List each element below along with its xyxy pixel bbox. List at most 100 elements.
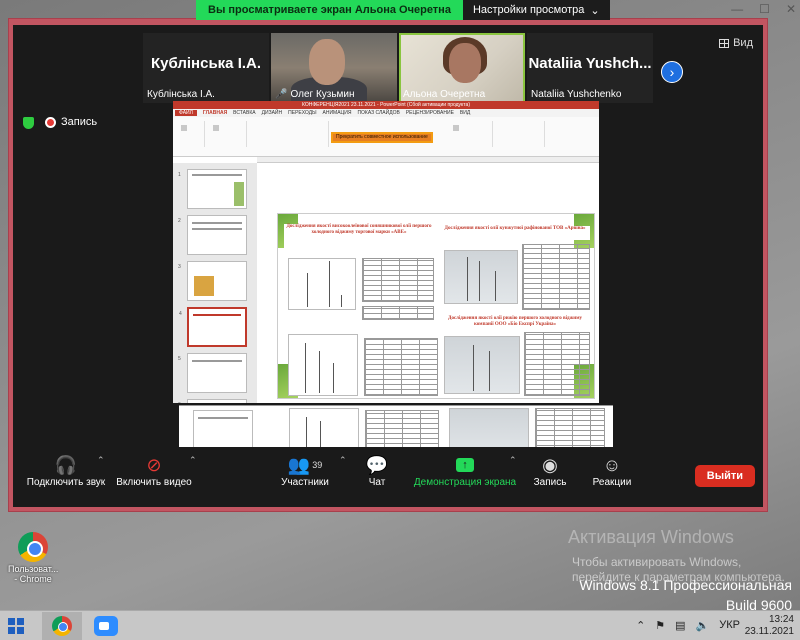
slide-number: 4: [179, 311, 182, 317]
show-hidden-icons-icon[interactable]: ⌃: [636, 619, 645, 632]
data-table: [364, 338, 438, 396]
desktop-shortcut-chrome[interactable]: Пользоват... - Chrome: [8, 532, 58, 584]
windows-logo-icon: [8, 618, 15, 625]
close-button[interactable]: ✕: [786, 2, 796, 16]
thumb-line: [192, 222, 242, 224]
leave-meeting-button[interactable]: Выйти: [694, 465, 755, 487]
ppt-tab-view[interactable]: ВИД: [460, 110, 470, 116]
chromatogram-peak: [329, 261, 330, 307]
share-screen-icon: ↑: [411, 453, 519, 477]
thumb-image: [194, 276, 214, 296]
taskbar-zoom[interactable]: [86, 612, 126, 640]
chat-button[interactable]: 💬 Чат: [357, 453, 397, 489]
chromatogram-peak: [473, 345, 474, 391]
volume-icon[interactable]: 🔈: [696, 619, 710, 632]
slide-number: 6: [178, 402, 181, 403]
slide-canvas[interactable]: Дослідження якості високоолеїнової соняш…: [277, 213, 595, 399]
ppt-ribbon: Прекратить совместное использование: [173, 117, 599, 157]
slide-thumbnail[interactable]: 5: [178, 353, 247, 393]
windows-taskbar: ⌃ ⚑ ▤ 🔈 УКР 13:24 23.11.2021: [0, 610, 800, 640]
system-tray: ⌃ ⚑ ▤ 🔈 УКР: [636, 619, 740, 632]
network-icon[interactable]: ▤: [675, 619, 685, 632]
meeting-area: Кублінська І.А. Кублінська І.А. 🎤 Олег Ку…: [13, 25, 763, 507]
minimize-button[interactable]: —: [731, 2, 743, 16]
share-options-caret[interactable]: ⌃: [509, 455, 517, 466]
ppt-tab-insert[interactable]: ВСТАВКА: [233, 110, 255, 116]
chromatogram-peak: [333, 363, 334, 393]
recording-label: Запись: [61, 116, 98, 128]
participant-video-face: [449, 43, 481, 83]
ribbon-group-editing: [495, 121, 545, 147]
record-dot-icon: [45, 116, 56, 128]
data-table: [362, 258, 434, 302]
video-tile[interactable]: Nataliia Yushch... Nataliia Yushchenko: [527, 33, 653, 103]
thumb-line: [192, 360, 242, 362]
start-video-button[interactable]: ⊘ Включить видео: [111, 453, 197, 489]
video-tile[interactable]: Кублінська І.А. Кублінська І.А.: [143, 33, 269, 103]
slide-thumbnail[interactable]: 2: [178, 215, 247, 255]
record-button[interactable]: ◉ Запись: [525, 453, 575, 489]
join-audio-label: Подключить звук: [26, 477, 106, 488]
clock[interactable]: 13:24 23.11.2021: [745, 614, 794, 638]
ppt-tab-slideshow[interactable]: ПОКАЗ СЛАЙДОВ: [357, 110, 399, 116]
ppt-tab-review[interactable]: РЕЦЕНЗИРОВАНИЕ: [406, 110, 454, 116]
ppt-tab-design[interactable]: ДИЗАЙН: [262, 110, 283, 116]
activation-watermark-line1: Чтобы активировать Windows,: [572, 555, 742, 569]
chat-icon: 💬: [365, 454, 389, 475]
windows-logo-icon: [17, 618, 24, 625]
recording-indicator[interactable]: Запись: [45, 116, 97, 128]
video-options-caret[interactable]: ⌃: [189, 455, 197, 466]
window-controls: — ☐ ✕: [731, 2, 796, 16]
chromatogram-peak: [319, 351, 320, 393]
next-participants-button[interactable]: ›: [661, 61, 683, 83]
slide-right-title-2: Дослідження якості олії рижію першого хо…: [448, 316, 582, 327]
video-tile-active-speaker[interactable]: Альона Очеретна: [399, 33, 525, 103]
security-shield-icon[interactable]: [23, 117, 34, 129]
taskbar-chrome[interactable]: [42, 612, 82, 640]
ppt-tab-home[interactable]: ГЛАВНАЯ: [203, 110, 227, 116]
ribbon-group-clipboard: [175, 121, 205, 147]
shared-screen-powerpoint[interactable]: КОНФЕРЕНЦІЯ2021 23.11.2021 - PowerPoint …: [173, 101, 599, 403]
participants-label: Участники: [281, 477, 329, 488]
shapes-icon: [453, 125, 459, 131]
record-label: Запись: [533, 477, 567, 488]
slide-thumbnails: 1 2 3 4 5 6: [173, 163, 257, 403]
grid-view-icon: [719, 38, 730, 48]
participant-label-row: 🎤 Олег Кузьмин: [275, 89, 355, 100]
thumb-line: [198, 417, 248, 419]
slide-thumbnail[interactable]: [193, 410, 253, 450]
participants-button[interactable]: 👥 39 Участники: [269, 453, 341, 489]
slide-thumbnail[interactable]: 6: [178, 399, 247, 403]
participant-video-face: [309, 39, 345, 85]
start-video-label: Включить видео: [116, 477, 192, 488]
slide-thumbnail[interactable]: 1: [178, 169, 247, 209]
ppt-tab-transitions[interactable]: ПЕРЕХОДЫ: [288, 110, 316, 116]
slide-number: 3: [178, 264, 181, 270]
chromatogram: [288, 258, 356, 310]
video-tile[interactable]: 🎤 Олег Кузьмин: [271, 33, 397, 103]
participant-name-large: Кублінська І.А.: [150, 55, 262, 72]
start-button[interactable]: [8, 618, 24, 634]
language-indicator[interactable]: УКР: [719, 619, 740, 632]
emoji-icon: ☺: [602, 454, 622, 475]
participant-label: Альона Очеретна: [403, 89, 486, 100]
ppt-tab-file[interactable]: ФАЙЛ: [175, 110, 197, 116]
stop-sharing-button[interactable]: Прекратить совместное использование: [331, 132, 433, 143]
maximize-button[interactable]: ☐: [759, 2, 770, 16]
thumb-line: [193, 314, 241, 316]
participants-options-caret[interactable]: ⌃: [339, 455, 347, 466]
audio-options-caret[interactable]: ⌃: [97, 455, 105, 466]
slide-thumbnail-selected[interactable]: 4: [179, 307, 247, 347]
share-screen-button[interactable]: ↑ Демонстрация экрана: [411, 453, 519, 488]
slide-thumbnail[interactable]: 3: [178, 261, 247, 301]
flag-icon[interactable]: ⚑: [655, 619, 665, 632]
ppt-tab-animation[interactable]: АНИМАЦИЯ: [323, 110, 352, 116]
os-name: Windows 8.1 Профессиональная: [579, 577, 792, 593]
chromatogram-photo: [444, 336, 520, 394]
data-table: [522, 244, 590, 310]
view-options-button[interactable]: Настройки просмотра ⌄: [462, 0, 610, 20]
join-audio-button[interactable]: 🎧 Подключить звук: [25, 453, 107, 489]
view-button[interactable]: Вид: [719, 37, 753, 49]
video-off-icon: ⊘: [146, 454, 162, 475]
reactions-button[interactable]: ☺ Реакции: [585, 453, 639, 489]
